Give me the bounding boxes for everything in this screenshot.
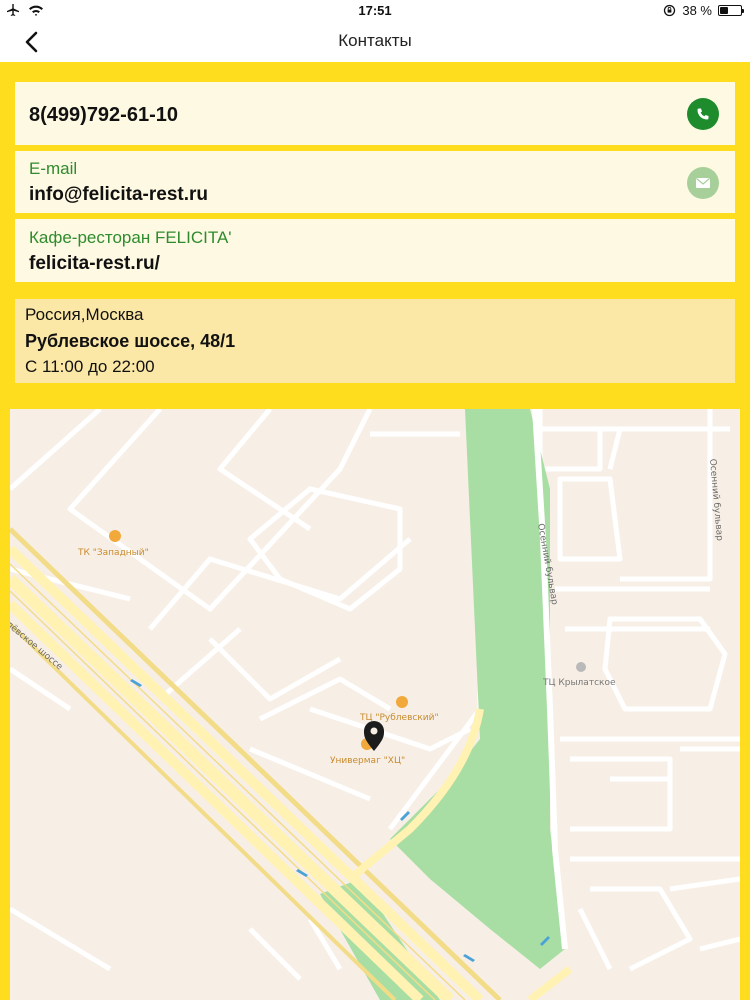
- poi-icon-tc-rublevsky: [396, 696, 408, 708]
- email-card[interactable]: E-mail info@felicita-rest.ru: [15, 151, 735, 213]
- mail-icon: [696, 178, 710, 188]
- opening-hours: С 11:00 до 22:00: [25, 357, 155, 376]
- email-button[interactable]: [687, 167, 719, 199]
- map-canvas: ТК "Западный" ТЦ "Рублевский" Универмаг …: [10, 409, 740, 1000]
- address-street: Рублевское шоссе, 48/1: [25, 331, 236, 351]
- phone-card[interactable]: 8(499)792-61-10: [15, 82, 735, 145]
- website-label: Кафе-ресторан FELICITA': [29, 228, 232, 247]
- page-title: Контакты: [338, 31, 412, 50]
- contacts-content: 8(499)792-61-10 E-mail info@felicita-res…: [0, 62, 750, 1000]
- battery-icon: [718, 5, 744, 16]
- map-label-tc-krylatskoe: ТЦ Крылатское: [542, 678, 616, 688]
- battery-fill: [720, 7, 729, 14]
- map-label-univermag: Универмаг "ХЦ": [330, 756, 405, 766]
- phone-icon: [697, 108, 709, 120]
- address-city: Россия,Москва: [25, 305, 144, 324]
- phone-number[interactable]: 8(499)792-61-10: [29, 104, 178, 127]
- call-button[interactable]: [687, 98, 719, 130]
- map-view[interactable]: ТК "Западный" ТЦ "Рублевский" Универмаг …: [10, 409, 740, 1000]
- nav-bar: Контакты: [0, 22, 750, 62]
- battery-percent: 38 %: [682, 3, 712, 18]
- website-card[interactable]: Кафе-ресторан FELICITA' felicita-rest.ru…: [15, 219, 735, 282]
- email-value[interactable]: info@felicita-rest.ru: [29, 184, 208, 206]
- website-value[interactable]: felicita-rest.ru/: [29, 253, 160, 275]
- poi-icon-tc-krylatskoe: [576, 662, 586, 672]
- map-label-tk-zapadny: ТК "Западный": [77, 548, 149, 558]
- map-label-tc-rublevsky: ТЦ "Рублевский": [359, 713, 439, 723]
- address-block: Россия,Москва Рублевское шоссе, 48/1 С 1…: [15, 299, 735, 383]
- status-bar: 17:51 38 %: [0, 0, 750, 22]
- poi-icon-tk-zapadny: [109, 530, 121, 542]
- orientation-lock-icon: [664, 4, 676, 17]
- status-time: 17:51: [358, 3, 392, 18]
- email-label: E-mail: [29, 159, 78, 178]
